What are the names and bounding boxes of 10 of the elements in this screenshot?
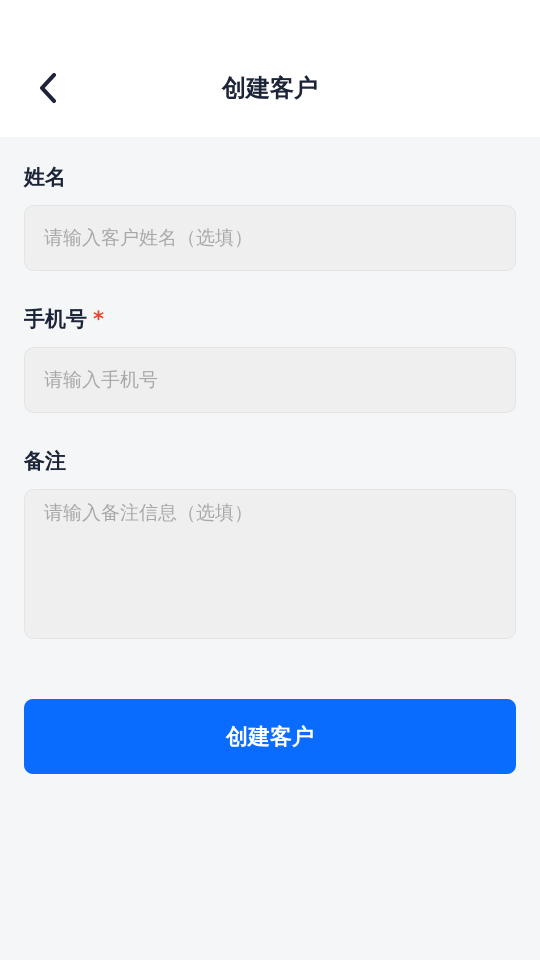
field-label: 手机号	[24, 306, 87, 333]
input-field[interactable]: 请输入客户姓名（选填）	[24, 205, 516, 271]
required-mark: *	[93, 307, 104, 331]
page-title: 创建客户	[222, 72, 318, 104]
notes-field[interactable]: 请输入备注信息（选填）	[24, 489, 516, 639]
field-label: 姓名	[24, 164, 66, 191]
input-field[interactable]: 请输入手机号	[24, 347, 516, 413]
field-label: 备注	[24, 448, 66, 475]
back-icon	[38, 72, 58, 104]
create-button[interactable]: 创建客户	[24, 699, 516, 774]
